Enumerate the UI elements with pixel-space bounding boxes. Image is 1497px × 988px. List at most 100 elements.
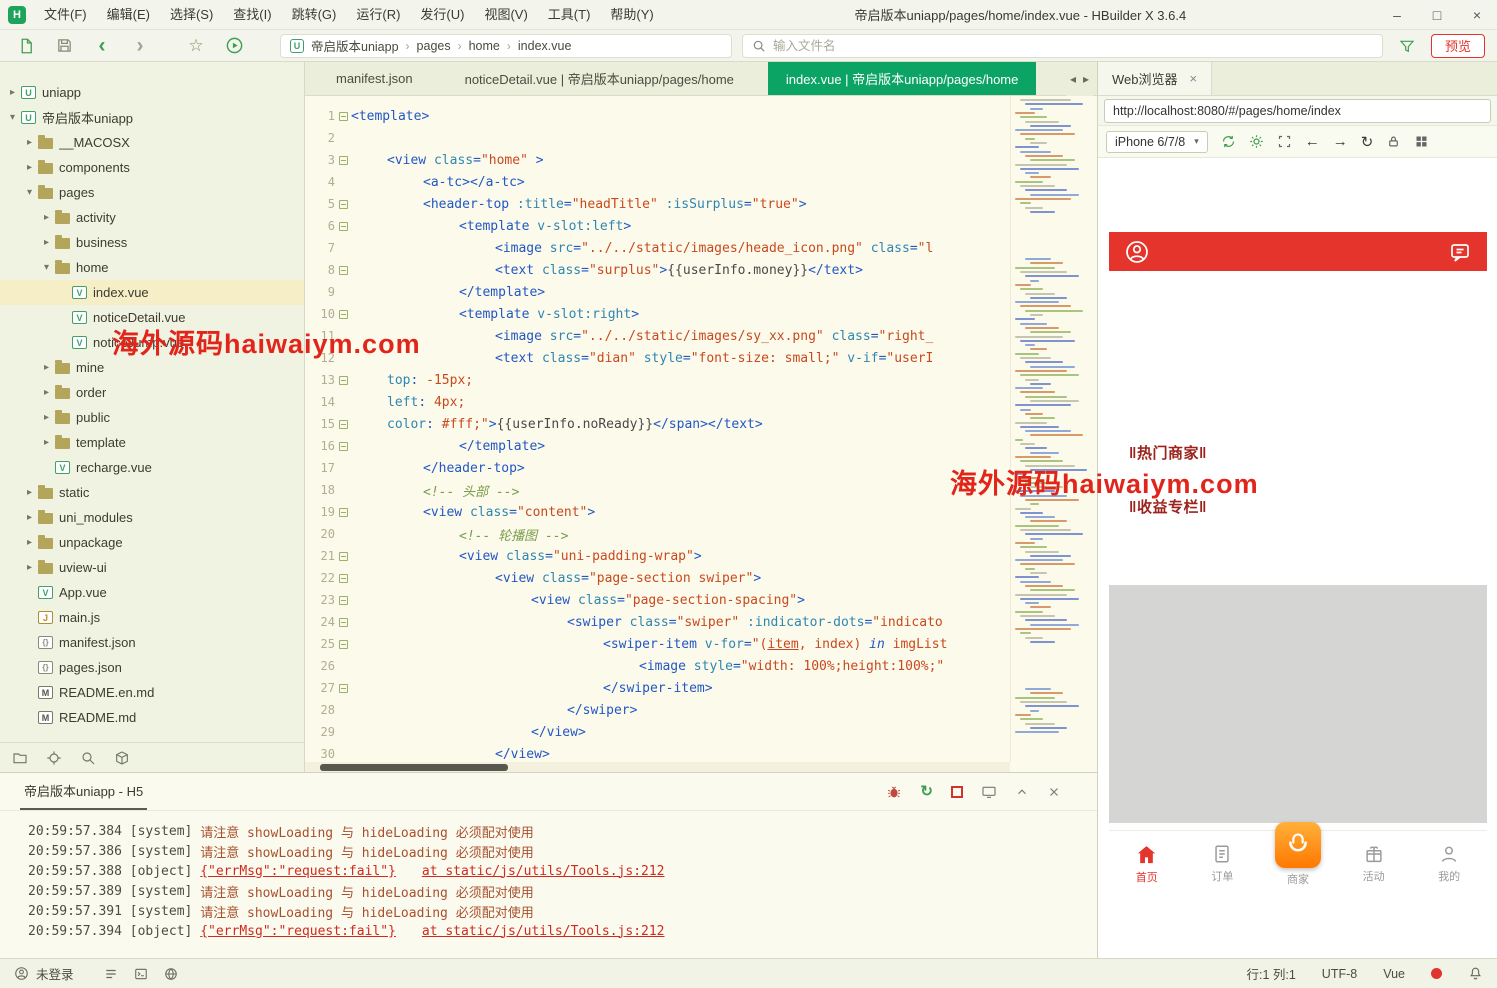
tree-item-public[interactable]: ▸public: [0, 405, 304, 430]
record-status-icon[interactable]: [1431, 968, 1442, 979]
fold-minus-icon[interactable]: [339, 310, 348, 319]
restart-icon[interactable]: ↻: [920, 784, 933, 799]
chevron-right-icon[interactable]: ▸: [23, 537, 36, 548]
menu-文件(F)[interactable]: 文件(F): [34, 0, 97, 30]
fold-toggle[interactable]: [335, 574, 351, 583]
fold-minus-icon[interactable]: [339, 200, 348, 209]
bookmark-star-icon[interactable]: ☆: [182, 33, 210, 59]
preview-button[interactable]: 预览: [1431, 34, 1485, 58]
console-tab[interactable]: 帝启版本uniapp - H5: [20, 773, 147, 810]
tree-item-components[interactable]: ▸components: [0, 155, 304, 180]
menu-帮助(Y)[interactable]: 帮助(Y): [600, 0, 663, 30]
chevron-right-icon[interactable]: ▸: [40, 387, 53, 398]
maximize-button[interactable]: □: [1417, 0, 1457, 30]
outline-list-icon[interactable]: [104, 967, 118, 981]
editor-tab[interactable]: noticeDetail.vue | 帝启版本uniapp/pages/home: [447, 62, 752, 95]
tree-item-__MACOSX[interactable]: ▸__MACOSX: [0, 130, 304, 155]
web-browser-tab[interactable]: Web浏览器 ×: [1098, 62, 1212, 95]
breadcrumb-item[interactable]: pages: [417, 39, 451, 53]
breadcrumb-item[interactable]: home: [469, 39, 500, 53]
minimap[interactable]: [1010, 96, 1097, 762]
login-status[interactable]: 未登录: [14, 964, 74, 983]
fold-minus-icon[interactable]: [339, 640, 348, 649]
fold-toggle[interactable]: [335, 266, 351, 275]
fold-minus-icon[interactable]: [339, 112, 348, 121]
menu-跳转(G)[interactable]: 跳转(G): [282, 0, 347, 30]
tabbar-item-我的[interactable]: 我的: [1411, 831, 1487, 896]
tree-item-README.en.md[interactable]: MREADME.en.md: [0, 680, 304, 705]
rotate-icon[interactable]: [1221, 134, 1236, 149]
refresh-icon[interactable]: ↻: [1361, 133, 1374, 151]
menu-查找(I)[interactable]: 查找(I): [223, 0, 281, 30]
tree-item-App.vue[interactable]: VApp.vue: [0, 580, 304, 605]
tree-item-business[interactable]: ▸business: [0, 230, 304, 255]
tree-item-template[interactable]: ▸template: [0, 430, 304, 455]
tree-item-activity[interactable]: ▸activity: [0, 205, 304, 230]
package-icon[interactable]: [114, 750, 130, 766]
fold-minus-icon[interactable]: [339, 552, 348, 561]
fold-toggle[interactable]: [335, 200, 351, 209]
fold-minus-icon[interactable]: [339, 376, 348, 385]
tree-item-main.js[interactable]: Jmain.js: [0, 605, 304, 630]
tree-item-order[interactable]: ▸order: [0, 380, 304, 405]
lock-icon[interactable]: [1386, 134, 1401, 149]
breadcrumb-item[interactable]: 帝启版本uniapp: [311, 36, 399, 55]
fold-toggle[interactable]: [335, 376, 351, 385]
fold-minus-icon[interactable]: [339, 266, 348, 275]
code-editor[interactable]: 1<template>23<view class="home" >4<a-tc>…: [305, 96, 1010, 762]
tree-item-home[interactable]: ▾home: [0, 255, 304, 280]
tree-item-static[interactable]: ▸static: [0, 480, 304, 505]
menu-运行(R)[interactable]: 运行(R): [346, 0, 410, 30]
tab-scroll-left-icon[interactable]: ◂: [1070, 72, 1076, 86]
tree-item-unpackage[interactable]: ▸unpackage: [0, 530, 304, 555]
fold-toggle[interactable]: [335, 640, 351, 649]
back-icon[interactable]: ‹: [88, 33, 116, 59]
close-button[interactable]: ×: [1457, 0, 1497, 30]
collapse-folders-icon[interactable]: [12, 750, 28, 766]
fold-minus-icon[interactable]: [339, 684, 348, 693]
fold-minus-icon[interactable]: [339, 574, 348, 583]
fold-toggle[interactable]: [335, 442, 351, 451]
menu-视图(V)[interactable]: 视图(V): [474, 0, 537, 30]
fold-minus-icon[interactable]: [339, 596, 348, 605]
tree-item-index.vue[interactable]: Vindex.vue: [0, 280, 304, 305]
tree-item-mine[interactable]: ▸mine: [0, 355, 304, 380]
syntax-mode[interactable]: Vue: [1383, 967, 1405, 981]
scrollbar-thumb[interactable]: [320, 764, 508, 771]
tree-item-recharge.vue[interactable]: Vrecharge.vue: [0, 455, 304, 480]
encoding-indicator[interactable]: UTF-8: [1322, 967, 1357, 981]
device-select[interactable]: iPhone 6/7/8 ▾: [1106, 131, 1208, 153]
tree-item-uniapp[interactable]: ▸Uuniapp: [0, 80, 304, 105]
file-search-input[interactable]: [773, 39, 1373, 53]
menu-工具(T)[interactable]: 工具(T): [538, 0, 601, 30]
fold-toggle[interactable]: [335, 112, 351, 121]
gear-icon[interactable]: [1249, 134, 1264, 149]
fold-minus-icon[interactable]: [339, 508, 348, 517]
chevron-down-icon[interactable]: ▾: [6, 112, 19, 123]
tabbar-item-订单[interactable]: 订单: [1185, 831, 1261, 896]
fold-minus-icon[interactable]: [339, 222, 348, 231]
chevron-right-icon[interactable]: ▸: [40, 437, 53, 448]
search-files-icon[interactable]: [80, 750, 96, 766]
clear-console-icon[interactable]: [1047, 785, 1061, 799]
fold-toggle[interactable]: [335, 508, 351, 517]
fold-toggle[interactable]: [335, 156, 351, 165]
chevron-right-icon[interactable]: ▸: [40, 412, 53, 423]
stop-icon[interactable]: [951, 786, 963, 798]
fold-toggle[interactable]: [335, 552, 351, 561]
grid-icon[interactable]: [1414, 134, 1429, 149]
tab-scroll-right-icon[interactable]: ▸: [1083, 72, 1089, 86]
locate-file-icon[interactable]: [46, 750, 62, 766]
chevron-down-icon[interactable]: ▾: [23, 187, 36, 198]
horizontal-scrollbar[interactable]: [305, 762, 1010, 772]
screenshot-frame-icon[interactable]: [1277, 134, 1292, 149]
chevron-right-icon[interactable]: ▸: [23, 162, 36, 173]
tree-item-README.md[interactable]: MREADME.md: [0, 705, 304, 730]
tabbar-item-活动[interactable]: 活动: [1336, 831, 1412, 896]
fold-toggle[interactable]: [335, 420, 351, 429]
fold-minus-icon[interactable]: [339, 618, 348, 627]
log-source-link[interactable]: at static/js/utils/Tools.js:212: [422, 924, 665, 939]
minimize-button[interactable]: –: [1377, 0, 1417, 30]
open-window-icon[interactable]: [981, 784, 997, 800]
collapse-panel-icon[interactable]: [1015, 785, 1029, 799]
